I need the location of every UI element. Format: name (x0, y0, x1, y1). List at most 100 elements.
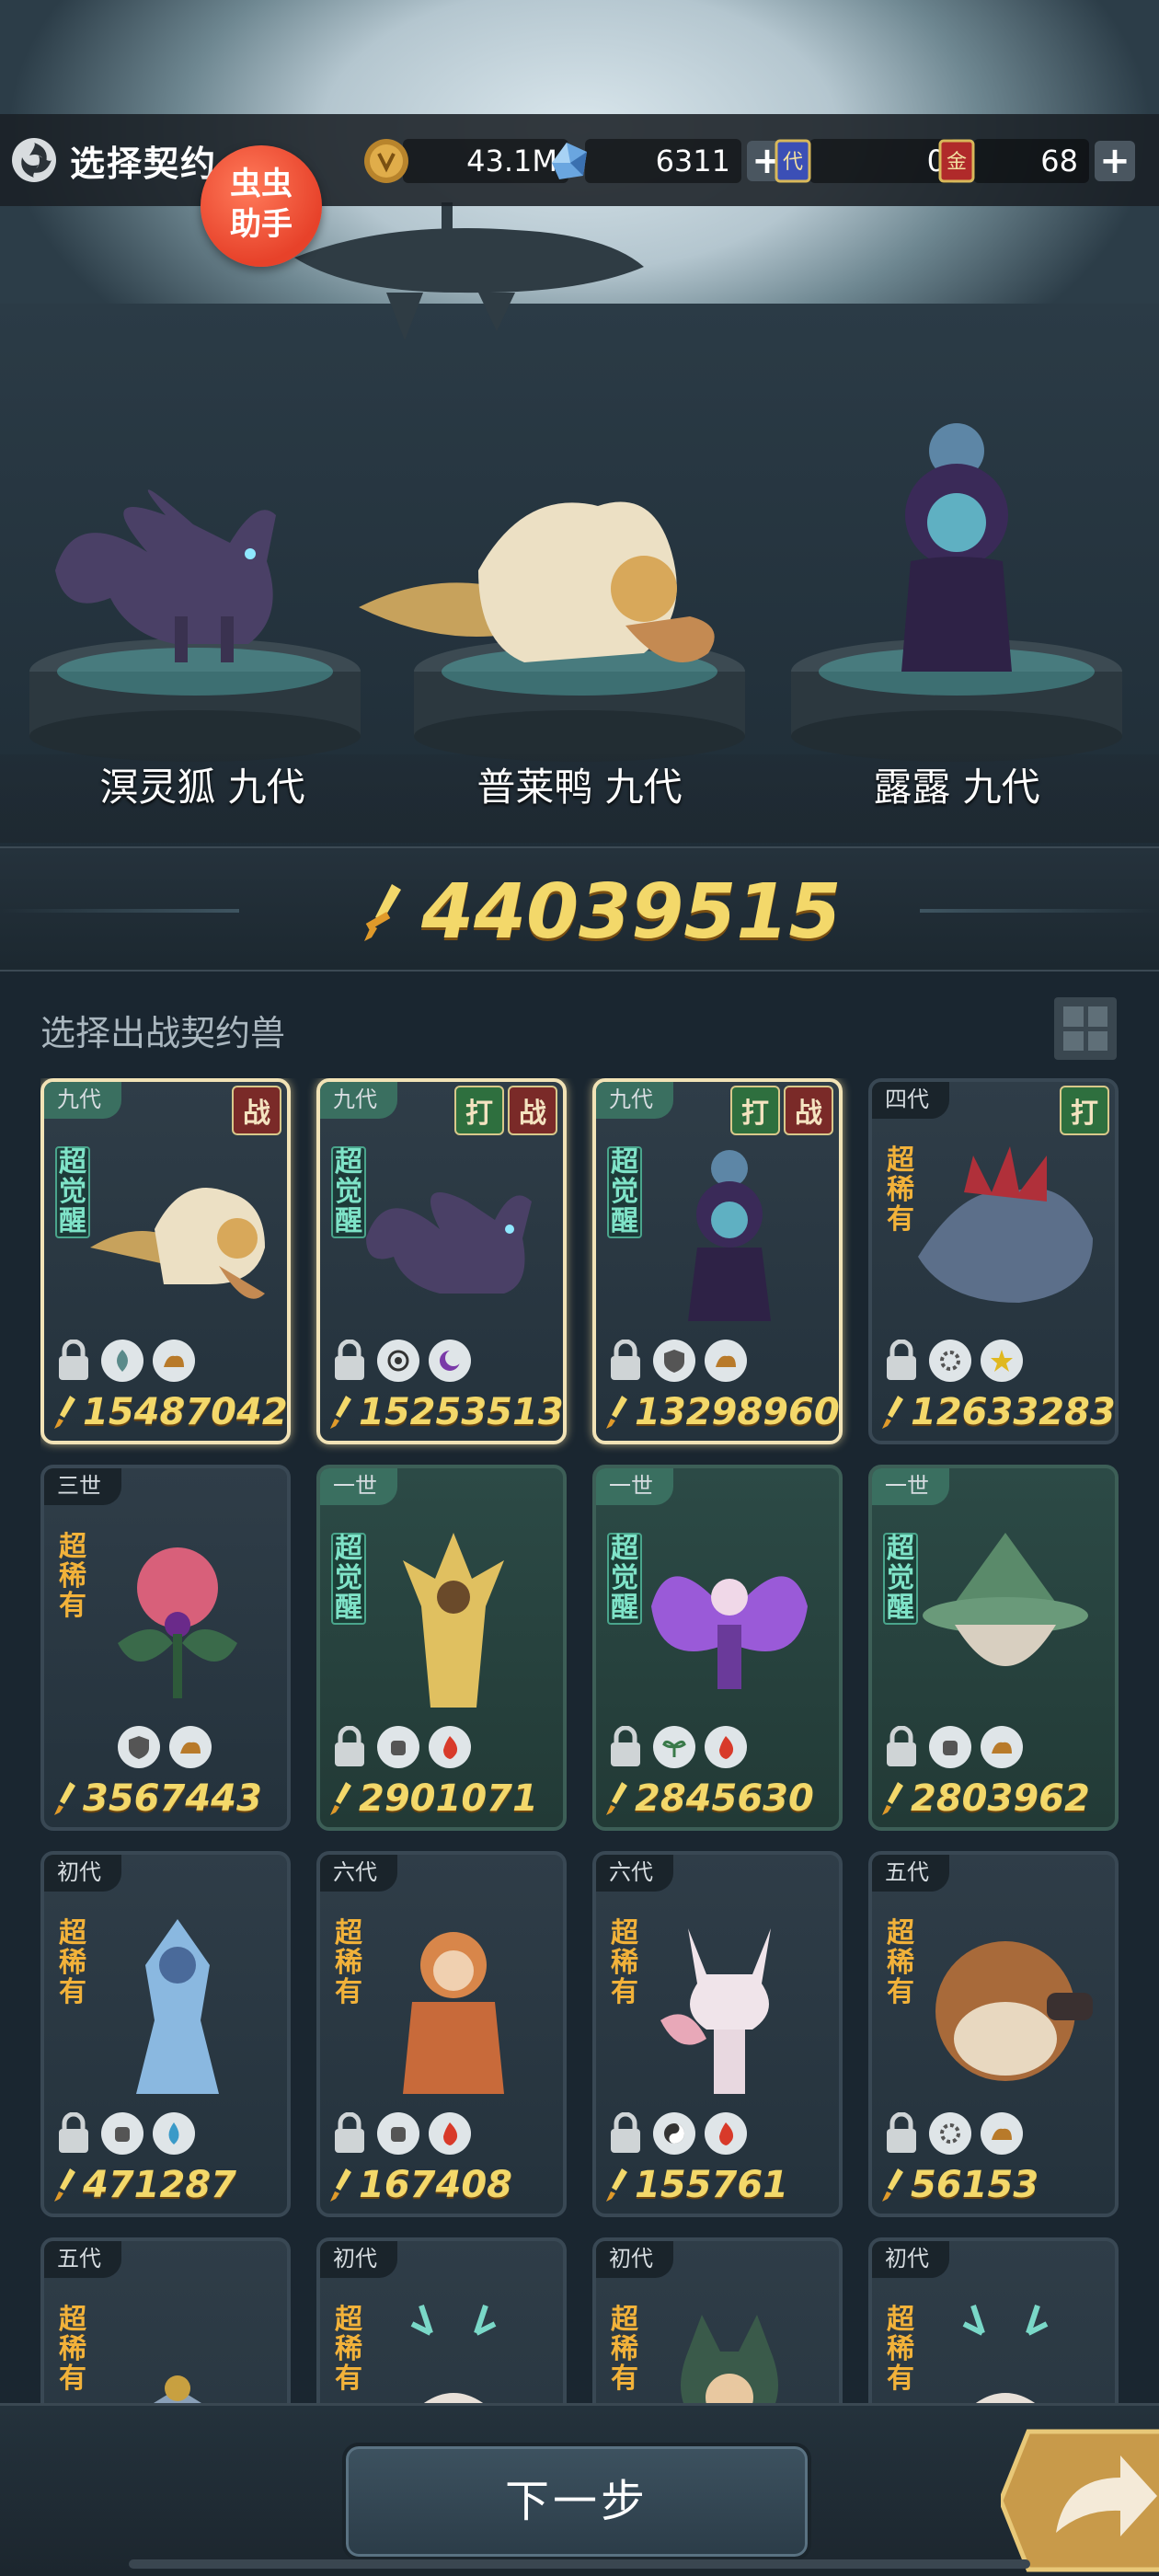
lock-icon[interactable] (331, 1340, 368, 1382)
generation-label: 一世 (320, 1468, 397, 1505)
tag-hit: 打 (730, 1086, 780, 1135)
jin-ticket-icon: 金 (938, 139, 975, 183)
fist-element-icon (377, 2112, 419, 2155)
fire-element-icon (429, 2112, 471, 2155)
sword-icon (606, 1782, 627, 1815)
card-power: 2901071 (327, 1777, 538, 1820)
card-icons (607, 2112, 747, 2155)
pet-card-3[interactable]: 九代 超觉醒 打 战 13298960 (592, 1078, 843, 1444)
card-power: 12633283 (879, 1391, 1116, 1433)
generation-label: 九代 (320, 1082, 397, 1119)
generation-label: 一世 (872, 1468, 949, 1505)
lock-icon[interactable] (331, 1726, 368, 1768)
chongchong-helper-badge[interactable]: 虫虫 助手 (201, 145, 322, 267)
airship-silhouette (294, 202, 644, 340)
lock-icon[interactable] (607, 1726, 644, 1768)
card-power-value: 2901071 (359, 1777, 538, 1820)
earth-element-icon (981, 2112, 1023, 2155)
gear-element-icon (929, 1340, 971, 1382)
pet-card-8[interactable]: 一世 超觉醒 2803962 (868, 1465, 1119, 1831)
lock-icon[interactable] (55, 1340, 92, 1382)
sword-icon (882, 2168, 903, 2202)
status-tags: 打 战 (730, 1086, 833, 1135)
card-power-value: 15487042 (83, 1391, 288, 1433)
sword-icon (606, 1396, 627, 1429)
lock-icon[interactable] (607, 2112, 644, 2155)
page-title: 选择契约 (70, 143, 218, 184)
card-icons (118, 1726, 212, 1768)
earth-element-icon (169, 1726, 212, 1768)
shield-element-icon (653, 1340, 695, 1382)
generation-label: 初代 (872, 2241, 949, 2278)
add-jin-ticket-button[interactable]: + (1095, 141, 1135, 181)
pet-card-11[interactable]: 六代 超稀有 155761 (592, 1851, 843, 2217)
yinyang-element-icon (653, 2112, 695, 2155)
card-power: 2803962 (879, 1777, 1090, 1820)
blue-crystal-icon (552, 143, 587, 179)
total-power-value: 44039515 (421, 868, 842, 956)
card-power: 15487042 (52, 1391, 288, 1433)
divider-left (0, 909, 239, 913)
white-fox-girl-art (660, 1928, 771, 2094)
pet-card-1[interactable]: 九代 超觉醒 战 15487042 (40, 1078, 291, 1444)
card-power: 471287 (52, 2164, 236, 2206)
sword-icon (882, 1396, 903, 1429)
lock-icon[interactable] (607, 1340, 644, 1382)
tag-battle: 战 (232, 1086, 281, 1135)
card-power-value: 56153 (911, 2164, 1039, 2206)
next-step-button[interactable]: 下一步 (342, 2443, 811, 2560)
fire-element-icon (705, 2112, 747, 2155)
status-tags: 战 (232, 1086, 281, 1135)
pet-card-6[interactable]: 一世 超觉醒 2901071 (316, 1465, 567, 1831)
duck-art (90, 1188, 265, 1299)
sword-icon (54, 1782, 75, 1815)
cat-warrior-art (681, 2315, 778, 2403)
tag-hit: 打 (454, 1086, 504, 1135)
sword-icon (330, 1782, 351, 1815)
pet-name-3: 露露 九代 (873, 765, 1040, 810)
card-power: 56153 (879, 2164, 1039, 2206)
generation-label: 初代 (320, 2241, 397, 2278)
pet-card-12[interactable]: 五代 超稀有 56153 (868, 1851, 1119, 2217)
leaf-element-icon (101, 1340, 143, 1382)
pet-card-7[interactable]: 一世 超觉醒 2845630 (592, 1465, 843, 1831)
lock-icon[interactable] (883, 2112, 920, 2155)
sword-icon (606, 2168, 627, 2202)
card-power-value: 167408 (359, 2164, 512, 2206)
crystal-value: 6311 (585, 139, 741, 183)
lulu-creature-art[interactable] (855, 414, 1058, 690)
tag-battle: 战 (784, 1086, 833, 1135)
butterfly-fairy-art (651, 1576, 808, 1689)
fox-creature-art[interactable] (37, 432, 313, 681)
lock-icon[interactable] (55, 2112, 92, 2155)
pet-card-5[interactable]: 三世 超稀有 3567443 (40, 1465, 291, 1831)
card-power: 15253513 (327, 1391, 564, 1433)
card-icons (883, 2112, 1023, 2155)
resource-jin-ticket: 金 68 + (931, 136, 1135, 186)
lock-icon[interactable] (883, 1726, 920, 1768)
lock-icon[interactable] (331, 2112, 368, 2155)
pet-card-16[interactable]: 初代 超稀有 (868, 2237, 1119, 2403)
card-power: 2845630 (603, 1777, 814, 1820)
card-power-value: 15253513 (359, 1391, 564, 1433)
sword-icon (330, 2168, 351, 2202)
pet-card-14[interactable]: 初代 超稀有 (316, 2237, 567, 2403)
horizontal-scrollbar[interactable] (129, 2559, 1030, 2569)
pet-card-13[interactable]: 五代 超稀有 (40, 2237, 291, 2403)
armored-creature-art (154, 2375, 201, 2403)
resource-gold: 43.1M (361, 136, 568, 186)
pet-card-2[interactable]: 九代 超觉醒 打 战 15253513 (316, 1078, 567, 1444)
lock-icon[interactable] (883, 1340, 920, 1382)
pet-card-9[interactable]: 初代 超稀有 471287 (40, 1851, 291, 2217)
pet-card-15[interactable]: 初代 超稀有 (592, 2237, 843, 2403)
status-tags: 打 (1060, 1086, 1109, 1135)
grid-view-button[interactable] (1054, 997, 1117, 1060)
rock-beast-art (935, 1941, 1093, 2081)
star-element-icon (981, 1340, 1023, 1382)
duck-creature-art[interactable] (340, 469, 754, 718)
go-arrow-button[interactable] (1001, 2422, 1159, 2576)
svg-text:代: 代 (783, 151, 803, 174)
pet-card-10[interactable]: 六代 超稀有 167408 (316, 1851, 567, 2217)
pet-card-4[interactable]: 四代 超稀有 打 12633283 (868, 1078, 1119, 1444)
card-power-value: 3567443 (83, 1777, 262, 1820)
